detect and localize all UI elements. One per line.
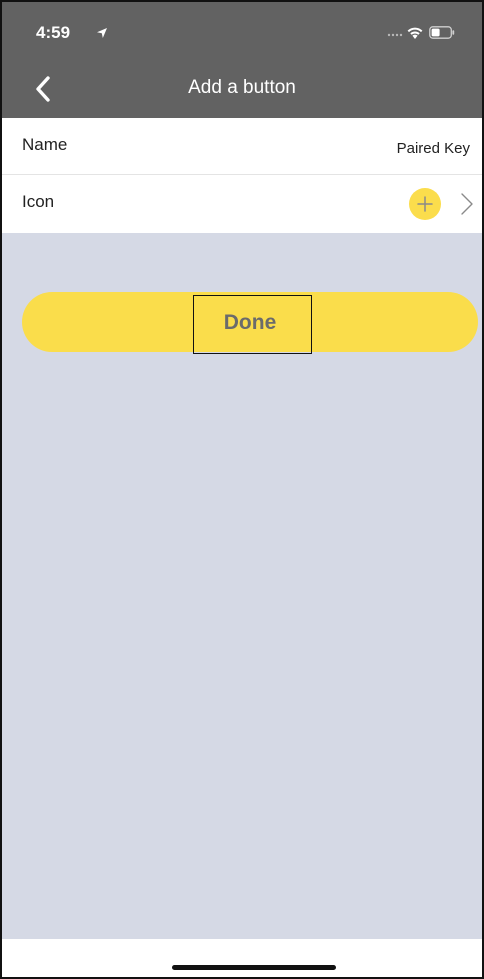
home-indicator[interactable] [172, 965, 336, 970]
header: 4:59 Add a button [2, 2, 482, 118]
chevron-right-icon[interactable] [460, 192, 474, 216]
status-time: 4:59 [36, 23, 71, 42]
plus-icon [417, 196, 433, 212]
battery-icon [429, 26, 455, 39]
signal-dots-icon [387, 33, 403, 37]
name-value[interactable]: Paired Key [397, 140, 470, 157]
name-label: Name [22, 135, 68, 154]
add-icon-button[interactable] [409, 188, 441, 220]
name-row[interactable]: Name Paired Key [2, 118, 482, 175]
home-area [2, 939, 482, 977]
done-button-label: Done [223, 311, 277, 334]
icon-row[interactable]: Icon [2, 175, 482, 233]
done-button[interactable]: Done [22, 292, 478, 354]
wifi-icon [407, 27, 423, 39]
location-arrow-icon [97, 28, 107, 38]
navigation-bar: Add a button [2, 64, 482, 118]
status-bar: 4:59 [2, 2, 482, 64]
phone-screen: 4:59 Add a button Name Paired Key Icon D… [0, 0, 484, 979]
icon-label: Icon [22, 192, 55, 211]
page-title: Add a button [188, 77, 296, 98]
